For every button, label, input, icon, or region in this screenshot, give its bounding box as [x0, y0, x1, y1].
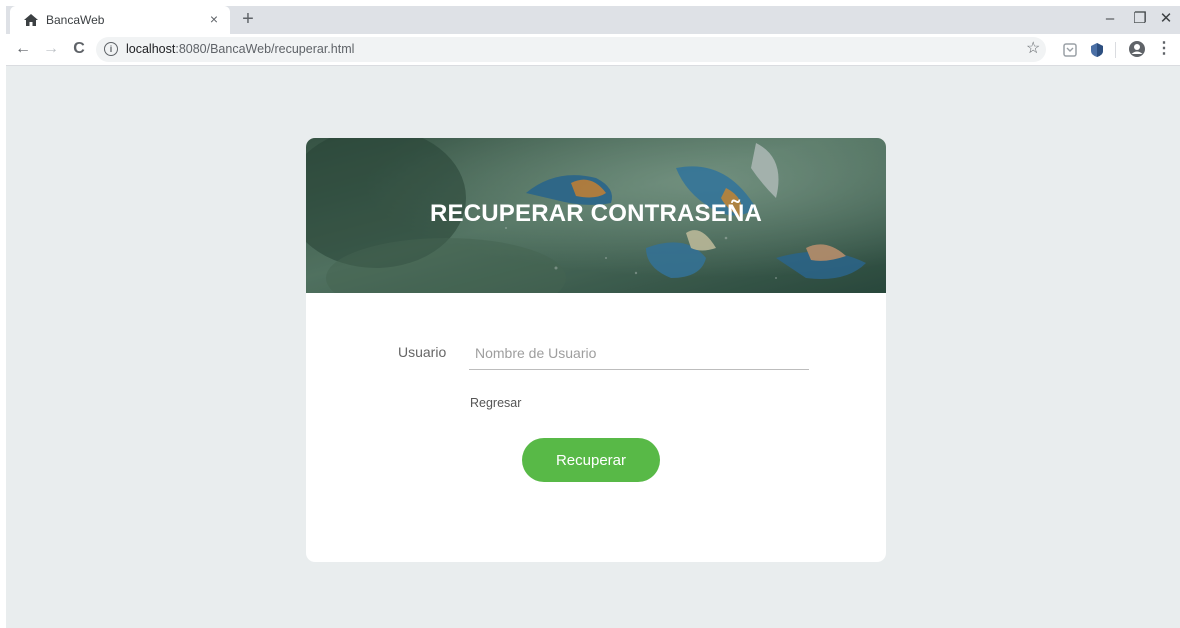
- shield-extension-icon[interactable]: [1089, 42, 1105, 58]
- back-link[interactable]: Regresar: [470, 396, 521, 410]
- page-title: RECUPERAR CONTRASEÑA: [429, 200, 763, 227]
- toolbar-separator: [1115, 42, 1116, 58]
- back-button[interactable]: ←: [12, 38, 34, 60]
- user-label: Usuario: [398, 344, 447, 360]
- recover-card: RECUPERAR CONTRASEÑA Usuario Regresar Re…: [306, 138, 886, 562]
- reload-button[interactable]: C: [68, 38, 90, 60]
- minimize-button[interactable]: –: [1098, 8, 1122, 30]
- tab-bancaweb[interactable]: BancaWeb ×: [10, 6, 230, 34]
- new-tab-button[interactable]: +: [238, 9, 258, 29]
- tab-strip: BancaWeb × + – ❐ ✕: [6, 6, 1180, 34]
- browser-window: BancaWeb × + – ❐ ✕ ← → C i localhost:808…: [6, 6, 1180, 628]
- page-content: RECUPERAR CONTRASEÑA Usuario Regresar Re…: [6, 67, 1180, 628]
- recover-button[interactable]: Recuperar: [522, 438, 660, 482]
- tab-title: BancaWeb: [46, 13, 105, 27]
- restore-button[interactable]: ❐: [1128, 8, 1152, 30]
- menu-icon[interactable]: ⋮: [1156, 38, 1172, 60]
- home-icon: [24, 14, 38, 26]
- extension-icon[interactable]: [1062, 42, 1078, 58]
- close-tab-icon[interactable]: ×: [206, 11, 222, 27]
- close-window-button[interactable]: ✕: [1154, 8, 1178, 30]
- star-icon[interactable]: ☆: [1026, 40, 1040, 58]
- info-icon[interactable]: i: [104, 42, 118, 56]
- browser-toolbar: ← → C i localhost:8080/BancaWeb/recupera…: [6, 34, 1180, 66]
- url-host: localhost: [126, 42, 176, 56]
- url-path: :8080/BancaWeb/recuperar.html: [175, 42, 355, 56]
- address-bar[interactable]: i localhost:8080/BancaWeb/recuperar.html…: [96, 37, 1046, 62]
- forward-button[interactable]: →: [40, 38, 62, 60]
- username-input[interactable]: [469, 336, 809, 370]
- url-text[interactable]: localhost:8080/BancaWeb/recuperar.html: [126, 42, 354, 56]
- account-icon[interactable]: [1128, 40, 1146, 58]
- header-image: RECUPERAR CONTRASEÑA: [306, 138, 886, 293]
